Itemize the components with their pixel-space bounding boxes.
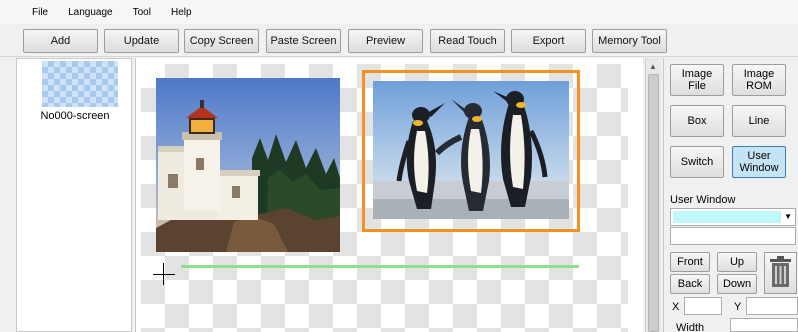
design-canvas[interactable]: [141, 64, 628, 332]
lighthouse-image[interactable]: [156, 78, 340, 252]
width-field[interactable]: [730, 318, 798, 332]
selected-image-frame[interactable]: [362, 70, 580, 232]
delete-button[interactable]: [764, 252, 797, 294]
update-button[interactable]: Update: [104, 29, 179, 53]
image-rom-button[interactable]: Image ROM: [732, 64, 786, 96]
preview-button[interactable]: Preview: [348, 29, 423, 53]
screen-thumbnail[interactable]: [42, 61, 118, 107]
width-label: Width: [676, 322, 705, 332]
export-button[interactable]: Export: [511, 29, 586, 53]
green-line-shape[interactable]: [181, 265, 579, 268]
user-window-button[interactable]: User Window: [732, 146, 786, 178]
lighthouse-image-art: [156, 78, 340, 252]
screen-list: No000-screen: [16, 58, 132, 332]
scroll-thumb[interactable]: [648, 74, 659, 332]
up-button[interactable]: Up: [717, 252, 757, 272]
memory-tool-button[interactable]: Memory Tool: [592, 29, 667, 53]
crosshair-icon: [153, 274, 175, 275]
user-window-label: User Window: [670, 194, 736, 206]
x-field[interactable]: [684, 297, 722, 315]
penguins-image-art: [373, 81, 569, 219]
back-button[interactable]: Back: [670, 274, 710, 294]
menu-help[interactable]: Help: [171, 7, 192, 18]
y-field[interactable]: [746, 297, 798, 315]
chevron-down-icon[interactable]: ▼: [784, 212, 792, 221]
x-label: X: [672, 301, 680, 313]
switch-button[interactable]: Switch: [670, 146, 724, 178]
penguins-image[interactable]: [373, 81, 569, 219]
crosshair-icon-vertical: [163, 263, 164, 285]
scroll-up-icon[interactable]: ▲: [649, 62, 657, 71]
toolbar: Add Update Copy Screen Paste Screen Prev…: [0, 24, 798, 57]
paste-screen-button[interactable]: Paste Screen: [266, 29, 341, 53]
menu-bar: File Language Tool Help: [0, 0, 798, 24]
down-button[interactable]: Down: [717, 274, 757, 294]
object-panel: Image File Image ROM Box Line Switch Use…: [663, 58, 798, 332]
trash-icon: [770, 256, 791, 287]
line-button[interactable]: Line: [732, 105, 786, 137]
add-button[interactable]: Add: [23, 29, 98, 53]
image-file-button[interactable]: Image File: [670, 64, 724, 96]
y-label: Y: [734, 301, 742, 313]
menu-tool[interactable]: Tool: [133, 7, 151, 18]
box-button[interactable]: Box: [670, 105, 724, 137]
user-window-name-field[interactable]: [670, 227, 796, 245]
menu-file[interactable]: File: [32, 7, 48, 18]
canvas-area: [135, 58, 643, 332]
front-button[interactable]: Front: [670, 252, 710, 272]
user-window-selection: [673, 211, 781, 223]
user-window-select[interactable]: ▼: [670, 208, 796, 226]
read-touch-button[interactable]: Read Touch: [430, 29, 505, 53]
screen-label: No000-screen: [40, 110, 110, 122]
vertical-scrollbar[interactable]: ▲: [645, 58, 661, 332]
copy-screen-button[interactable]: Copy Screen: [184, 29, 259, 53]
menu-language[interactable]: Language: [68, 7, 113, 18]
